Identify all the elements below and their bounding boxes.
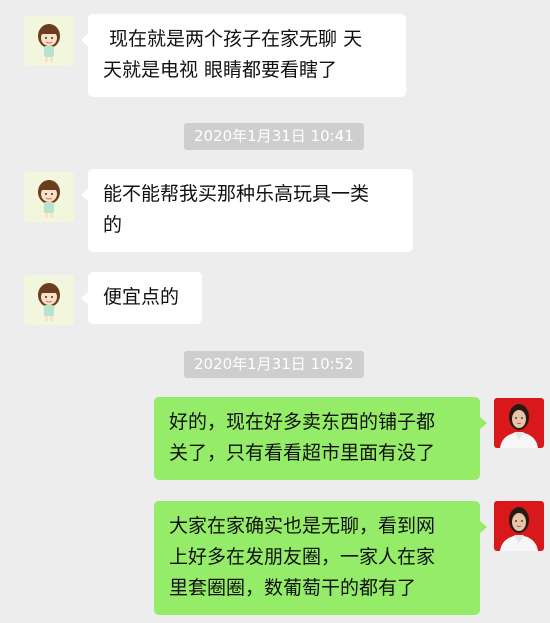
incoming-message[interactable]: 能不能帮我买那种乐高玩具一类 的 (81, 169, 413, 252)
user-avatar[interactable] (494, 398, 544, 448)
contact-avatar[interactable] (24, 16, 74, 66)
incoming-message[interactable]: 现在就是两个孩子在家无聊 天 天就是电视 眼睛都要看瞎了 (81, 14, 406, 97)
cartoon-girl-icon (24, 172, 74, 222)
contact-avatar[interactable] (24, 172, 74, 222)
user-avatar[interactable] (494, 501, 544, 551)
timestamp: 2020年1月31日 10:52 (184, 351, 364, 378)
incoming-message[interactable]: 便宜点的 (81, 272, 202, 324)
timestamp: 2020年1月31日 10:41 (184, 123, 364, 150)
user-photo-icon (494, 398, 544, 448)
cartoon-girl-icon (24, 16, 74, 66)
cartoon-girl-icon (24, 275, 74, 325)
outgoing-message[interactable]: 好的，现在好多卖东西的铺子都 关了，只有看看超市里面有没了 (154, 397, 487, 480)
outgoing-message[interactable]: 大家在家确实也是无聊，看到网 上好多在发朋友圈，一家人在家 里套圈圈，数葡萄干的… (154, 501, 487, 615)
user-photo-icon (494, 501, 544, 551)
contact-avatar[interactable] (24, 275, 74, 325)
